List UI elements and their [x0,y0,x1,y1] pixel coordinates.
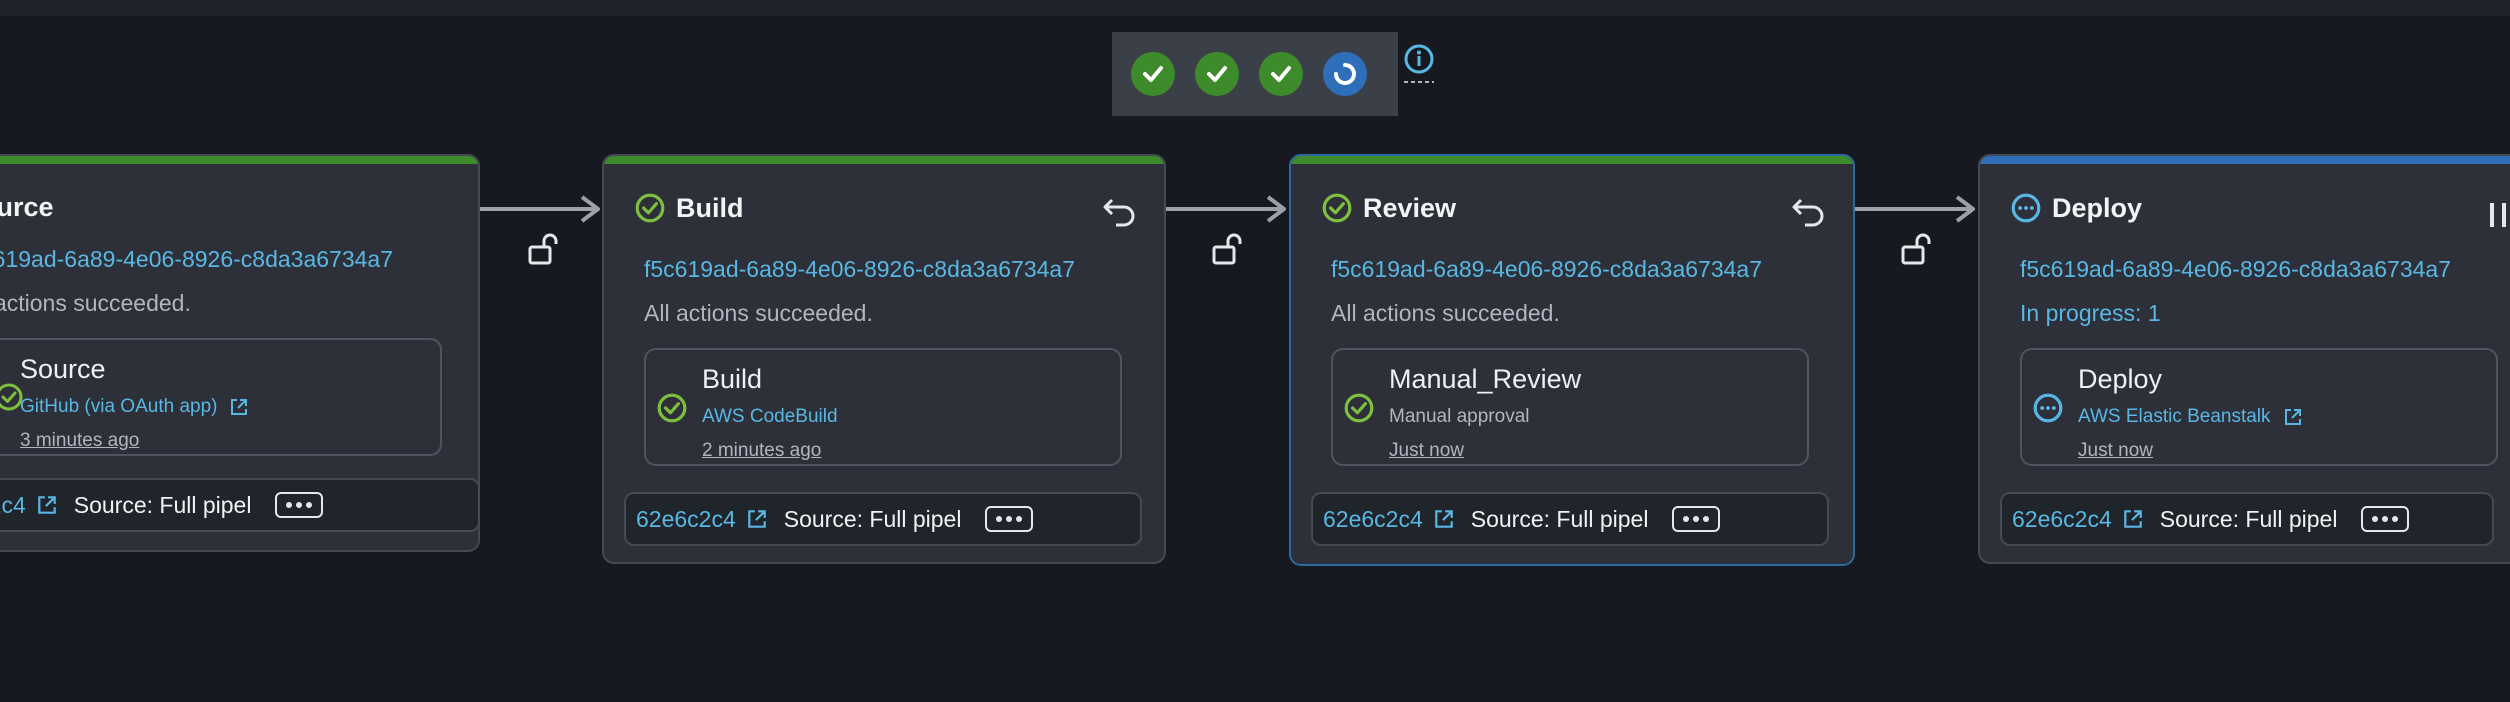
retry-stage-icon[interactable] [1102,196,1138,228]
action-provider-link[interactable]: AWS CodeBuild [702,406,838,428]
action-in-progress-icon [2032,392,2064,429]
action-card-source[interactable]: Source GitHub (via OAuth app) 3 minutes … [0,338,442,456]
execution-status-strip [1112,32,1398,116]
execution-id-link[interactable]: f5c619ad-6a89-4e06-8926-c8da3a6734a7 [2020,256,2451,283]
stage-source-status-check-icon[interactable] [1131,52,1175,96]
action-provider-label: Manual approval [1389,406,1530,427]
revision-row: 62e6c2c4 Source: Full pipel [2000,492,2494,546]
stage-card-review: Review f5c619ad-6a89-4e06-8926-c8da3a673… [1289,154,1855,566]
action-name: Build [702,364,763,394]
action-card-review[interactable]: Manual_Review Manual approval Just now [1331,348,1809,466]
transition-arrow [1855,195,1975,223]
action-provider-label: AWS CodeBuild [702,406,838,427]
action-card-deploy[interactable]: Deploy AWS Elastic Beanstalk Just now [2020,348,2498,466]
stage-card-source: Source f5c619ad-6a89-4e06-8926-c8da3a673… [0,154,480,552]
action-timestamp-link[interactable]: 3 minutes ago [20,430,139,452]
top-bar [0,0,2510,16]
action-provider-label: GitHub (via OAuth app) [20,396,218,417]
revision-row: 62e6c2c4 Source: Full pipel [624,492,1142,546]
action-timestamp-link[interactable]: 2 minutes ago [702,440,821,462]
action-name: Deploy [2078,364,2163,394]
revision-summary: Source: Full pipel [783,505,962,532]
external-link-icon[interactable] [1433,508,1455,530]
revision-summary: Source: Full pipel [1470,505,1649,532]
more-options-button[interactable] [1672,506,1721,532]
external-link-icon[interactable] [2122,508,2144,530]
external-link-icon [2284,409,2301,425]
stage-success-check-icon [635,193,665,223]
action-provider-link[interactable]: GitHub (via OAuth app) [20,396,249,418]
pause-icon[interactable] [2486,200,2510,230]
stage-card-build: Build f5c619ad-6a89-4e06-8926-c8da3a6734… [602,154,1166,564]
revision-row: 62e6c2c4 Source: Full pipel [1311,492,1829,546]
stage-in-progress-icon [2011,193,2041,223]
stage-status-message: All actions succeeded. [1331,300,1560,326]
stage-build-status-check-icon[interactable] [1195,52,1239,96]
commit-link[interactable]: 62e6c2c4 [1323,506,1423,533]
action-card-build[interactable]: Build AWS CodeBuild 2 minutes ago [644,348,1122,466]
stage-title: Review [1363,192,1457,223]
transition-arrow [480,195,600,223]
stage-status-message: All actions succeeded. [644,300,873,326]
commit-link[interactable]: 62e6c2c4 [2012,506,2112,533]
stage-status-bar [1980,156,2510,164]
stage-status-bar [1291,156,1853,164]
stage-status-message: All actions succeeded. [0,290,191,316]
execution-id-link[interactable]: f5c619ad-6a89-4e06-8926-c8da3a6734a7 [0,246,393,273]
external-link-icon[interactable] [746,508,768,530]
action-check-icon [656,392,688,429]
more-options-button[interactable] [985,506,1034,532]
info-icon[interactable] [1402,44,1436,86]
stage-header: Source [0,192,54,223]
execution-id-link[interactable]: f5c619ad-6a89-4e06-8926-c8da3a6734a7 [1331,256,1762,283]
action-check-icon [1343,392,1375,429]
external-link-icon[interactable] [36,494,58,516]
stage-deploy-status-spinner-icon[interactable] [1323,52,1367,96]
commit-link[interactable]: 62e6c2c4 [0,492,26,519]
more-options-button[interactable] [2361,506,2410,532]
external-link-icon [231,399,248,415]
stage-review-status-check-icon[interactable] [1259,52,1303,96]
revision-summary: Source: Full pipel [73,491,252,518]
action-name: Source [20,354,106,384]
more-options-button[interactable] [275,492,324,518]
revision-row: 62e6c2c4 Source: Full pipel [0,478,478,532]
stage-success-check-icon [1322,193,1352,223]
transition-unlock-icon[interactable] [1211,232,1243,266]
stage-header: Review [1321,192,1456,224]
stage-title: Source [0,192,54,222]
action-provider-link[interactable]: AWS Elastic Beanstalk [2078,406,2303,428]
stage-header: Deploy [2010,192,2142,224]
stage-header: Build [634,192,744,224]
action-timestamp-link[interactable]: Just now [2078,440,2153,462]
stage-status-bar [0,156,478,164]
commit-link[interactable]: 62e6c2c4 [636,506,736,533]
transition-unlock-icon[interactable] [1900,232,1932,266]
stage-card-deploy: Deploy f5c619ad-6a89-4e06-8926-c8da3a673… [1978,154,2510,564]
retry-stage-icon[interactable] [1791,196,1827,228]
stage-status-message: In progress: 1 [2020,300,2161,326]
stage-title: Build [676,192,744,223]
transition-arrow [1166,195,1286,223]
revision-summary: Source: Full pipel [2159,505,2338,532]
transition-unlock-icon[interactable] [527,232,559,266]
action-timestamp-link[interactable]: Just now [1389,440,1464,462]
stage-status-bar [604,156,1164,164]
stage-title: Deploy [2052,192,2143,223]
execution-id-link[interactable]: f5c619ad-6a89-4e06-8926-c8da3a6734a7 [644,256,1075,283]
action-name: Manual_Review [1389,364,1582,394]
action-provider-label: AWS Elastic Beanstalk [2078,406,2271,427]
